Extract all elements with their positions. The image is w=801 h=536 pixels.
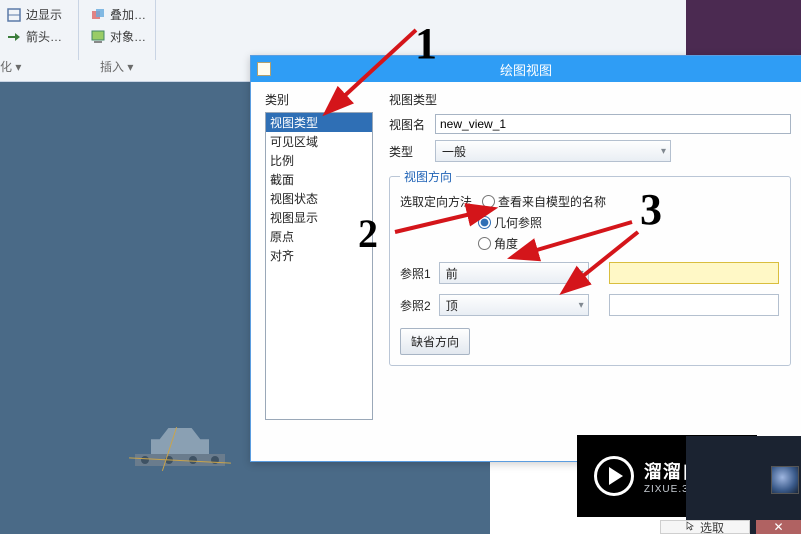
format-group-label[interactable]: 化 ▾	[0, 58, 21, 75]
preview-thumbnail[interactable]	[771, 466, 799, 494]
dialog-title: 绘图视图	[500, 60, 552, 79]
form-section-title: 视图类型	[389, 91, 791, 108]
type-combo-value: 一般	[442, 143, 466, 160]
default-direction-button[interactable]: 缺省方向	[400, 328, 470, 355]
radio-angle-text: 角度	[494, 235, 518, 252]
form-panel: 视图类型 视图名 类型 一般 视图方向 选取定向方法 查看来自模型的名称	[379, 82, 801, 461]
play-icon	[594, 456, 634, 496]
view-name-label: 视图名	[389, 116, 429, 133]
ref1-label: 参照1	[400, 265, 431, 282]
radio-angle-input[interactable]	[478, 237, 491, 250]
select-button[interactable]: 选取	[660, 520, 750, 534]
category-item-section[interactable]: 截面	[266, 170, 372, 189]
radio-model-name-text: 查看来自模型的名称	[498, 193, 606, 210]
category-item-view-state[interactable]: 视图状态	[266, 189, 372, 208]
select-label: 选取	[700, 519, 724, 536]
overlay-icon	[90, 7, 106, 23]
preview-stripe-top	[686, 0, 801, 55]
insert-group-label[interactable]: 插入 ▾	[100, 58, 133, 75]
arrow-label: 箭头…	[26, 28, 62, 45]
ref2-combo[interactable]: 顶	[439, 294, 589, 316]
part-sketch	[135, 422, 225, 472]
radio-geom-ref-input[interactable]	[478, 216, 491, 229]
orientation-method-label: 选取定向方法	[400, 193, 472, 210]
arrow-icon	[6, 29, 22, 45]
radio-geom-ref-text: 几何参照	[494, 214, 542, 231]
dialog-icon	[257, 62, 271, 76]
dialog-titlebar[interactable]: 绘图视图	[251, 56, 801, 82]
radio-model-name-input[interactable]	[482, 195, 495, 208]
overlay-label: 叠加…	[110, 6, 146, 23]
direction-fieldset: 视图方向 选取定向方法 查看来自模型的名称 几何参照	[389, 168, 791, 366]
category-item-visible-area[interactable]: 可见区域	[266, 132, 372, 151]
ref2-label: 参照2	[400, 297, 431, 314]
category-item-view-type[interactable]: 视图类型	[266, 113, 372, 132]
side-display-label: 边显示	[26, 6, 62, 23]
ref1-pick-field[interactable]	[609, 262, 779, 284]
ref1-value: 前	[446, 265, 458, 282]
ribbon-separator	[78, 0, 79, 60]
object-label: 对象…	[110, 28, 146, 45]
overlay-button[interactable]: 叠加…	[90, 6, 146, 23]
type-label: 类型	[389, 143, 429, 160]
category-item-scale[interactable]: 比例	[266, 151, 372, 170]
object-button[interactable]: 对象…	[90, 28, 146, 45]
ribbon-separator	[155, 0, 156, 60]
category-item-origin[interactable]: 原点	[266, 227, 372, 246]
view-name-input[interactable]	[435, 114, 791, 134]
category-item-view-display[interactable]: 视图显示	[266, 208, 372, 227]
drawing-view-dialog: 绘图视图 类别 视图类型 可见区域 比例 截面 视图状态 视图显示 原点 对齐 …	[250, 55, 801, 462]
radio-model-name[interactable]: 查看来自模型的名称	[482, 193, 606, 210]
category-panel: 类别 视图类型 可见区域 比例 截面 视图状态 视图显示 原点 对齐	[251, 82, 379, 461]
category-list[interactable]: 视图类型 可见区域 比例 截面 视图状态 视图显示 原点 对齐	[265, 112, 373, 420]
category-item-align[interactable]: 对齐	[266, 246, 372, 265]
object-icon	[90, 29, 106, 45]
arrow-button[interactable]: 箭头…	[6, 28, 67, 45]
close-button[interactable]: ✕	[756, 520, 801, 534]
type-combo[interactable]: 一般	[435, 140, 671, 162]
radio-geom-ref[interactable]: 几何参照	[478, 214, 542, 231]
category-label: 类别	[265, 91, 379, 108]
ref2-value: 顶	[446, 297, 458, 314]
ref2-pick-field[interactable]	[609, 294, 779, 316]
side-display-button[interactable]: 边显示	[6, 6, 62, 23]
direction-legend: 视图方向	[400, 168, 456, 185]
cursor-icon	[686, 520, 696, 534]
ref1-combo[interactable]: 前	[439, 262, 589, 284]
radio-angle[interactable]: 角度	[478, 235, 518, 252]
border-icon	[6, 7, 22, 23]
